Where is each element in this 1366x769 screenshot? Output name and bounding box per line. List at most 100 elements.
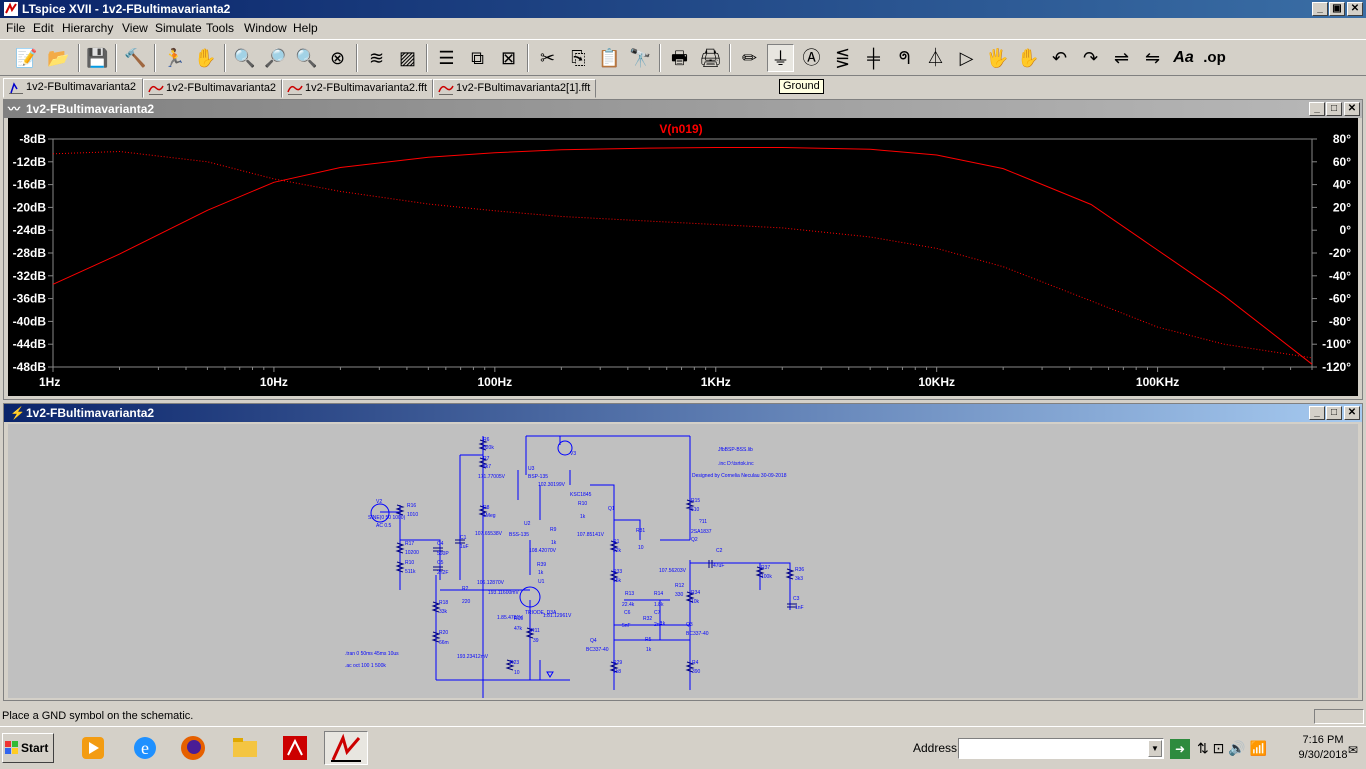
schematic-label[interactable]: .inc D:\tsrtok.inc bbox=[718, 461, 754, 467]
schematic-label[interactable]: KSC1845 bbox=[570, 492, 592, 498]
schematic-label[interactable]: 511k bbox=[405, 569, 416, 575]
schematic-label[interactable]: R7 bbox=[483, 456, 490, 462]
schematic-label[interactable]: 5nF bbox=[622, 623, 631, 629]
schematic-label[interactable]: 1k bbox=[538, 570, 544, 576]
schematic-label[interactable]: SINE(0 50 1000) bbox=[368, 515, 406, 521]
schematic-label[interactable]: 1k bbox=[646, 647, 652, 653]
tile-icon[interactable]: ☰ bbox=[433, 44, 460, 72]
schematic-label[interactable]: R2 bbox=[462, 586, 469, 592]
schematic-label[interactable]: 820k bbox=[483, 445, 494, 451]
schematic-label[interactable]: 1k bbox=[551, 540, 557, 546]
wire-icon[interactable]: ✏ bbox=[736, 44, 763, 72]
schematic-label[interactable]: R1 bbox=[613, 539, 620, 545]
menu-edit[interactable]: Edit bbox=[33, 21, 54, 35]
menu-file[interactable]: File bbox=[6, 21, 25, 35]
schematic-label[interactable]: 10200 bbox=[405, 550, 419, 556]
address-dropdown-button[interactable]: ▼ bbox=[1148, 740, 1162, 757]
schematic-label[interactable]: 106.12870V bbox=[477, 580, 505, 586]
schematic-label[interactable]: 2SA1837 bbox=[691, 529, 712, 535]
menu-tools[interactable]: Tools bbox=[206, 21, 234, 35]
waveform-close-button[interactable]: ✕ bbox=[1344, 102, 1360, 116]
schematic-label[interactable]: U2 bbox=[524, 521, 531, 527]
spice-directive-icon[interactable]: .op bbox=[1201, 44, 1228, 72]
schematic-label[interactable]: .tran 0 50ms 45ms 10us bbox=[345, 651, 399, 657]
zoom-out-icon[interactable]: 🔍 bbox=[293, 44, 320, 72]
zoom-in-icon[interactable]: 🔍 bbox=[231, 44, 258, 72]
schematic-label[interactable]: R18 bbox=[439, 600, 448, 606]
inductor-icon[interactable]: ᖗ bbox=[891, 44, 918, 72]
ground-icon[interactable]: ⏚ bbox=[767, 44, 794, 72]
schematic-label[interactable]: R23 bbox=[510, 660, 519, 666]
schematic-label[interactable]: 193.11600mV bbox=[488, 590, 519, 596]
schematic-label[interactable]: 66m bbox=[439, 640, 449, 646]
waveform-window-titlebar[interactable]: 〰 1v2-FBultimavarianta2 _ □ ✕ bbox=[4, 100, 1362, 118]
schematic-label[interactable]: 107.85141V bbox=[577, 532, 605, 538]
minimize-button[interactable]: _ bbox=[1312, 2, 1328, 16]
schematic-label[interactable]: C6 bbox=[624, 610, 631, 616]
schematic-minimize-button[interactable]: _ bbox=[1309, 406, 1325, 420]
schematic-label[interactable]: Q4 bbox=[590, 638, 597, 644]
schematic-label[interactable]: BSP-135 bbox=[528, 474, 548, 480]
schematic-label[interactable]: R17 bbox=[405, 541, 414, 547]
schematic-label[interactable]: 220 bbox=[462, 599, 471, 605]
schematic-label[interactable]: 10k bbox=[691, 599, 700, 605]
control-panel-icon[interactable]: 🔨 bbox=[122, 44, 149, 72]
schematic-label[interactable]: R14 bbox=[654, 591, 663, 597]
schematic-label[interactable]: R10 bbox=[578, 501, 587, 507]
schematic-label[interactable]: 107.65538V bbox=[475, 531, 503, 537]
menu-view[interactable]: View bbox=[122, 21, 148, 35]
menu-hierarchy[interactable]: Hierarchy bbox=[62, 21, 113, 35]
schematic-canvas[interactable]: R6 820k R7 4k7 171.77005V U3 BSP-135 102.30199V… bbox=[8, 424, 1358, 698]
schematic-label[interactable]: 3k3 bbox=[795, 576, 803, 582]
undo-icon[interactable]: ↶ bbox=[1046, 44, 1073, 72]
schematic-label[interactable]: 15k bbox=[613, 578, 622, 584]
schematic-label[interactable]: R4 bbox=[692, 660, 699, 666]
schematic-label[interactable]: BC337-40 bbox=[586, 647, 609, 653]
schematic-label[interactable]: 100k bbox=[761, 574, 772, 580]
schematic-label[interactable]: Q1 bbox=[608, 506, 615, 512]
mirror-icon[interactable]: ⇋ bbox=[1139, 44, 1166, 72]
notification-icon[interactable]: ✉ bbox=[1348, 743, 1358, 757]
media-player-icon[interactable] bbox=[76, 731, 112, 765]
schematic-label[interactable]: 330 bbox=[675, 592, 684, 598]
schematic-label[interactable]: R13 bbox=[625, 591, 634, 597]
schematic-label[interactable]: 1nF bbox=[795, 605, 804, 611]
copy-icon[interactable]: ⎘ bbox=[565, 44, 592, 72]
cut-icon[interactable]: ✂ bbox=[534, 44, 561, 72]
tab-schematic[interactable]: 1v2-FBultimavarianta2 bbox=[3, 78, 143, 98]
schematic-label[interactable]: 1uF bbox=[460, 544, 469, 550]
schematic-label[interactable]: 1k8 bbox=[613, 669, 621, 675]
schematic-label[interactable]: BC337-40 bbox=[686, 631, 709, 637]
restore-button[interactable]: ▣ bbox=[1329, 2, 1345, 16]
schematic-label[interactable]: C5 bbox=[437, 560, 444, 566]
schematic-maximize-button[interactable]: □ bbox=[1326, 406, 1342, 420]
schematic-label[interactable]: 10 bbox=[514, 670, 520, 676]
schematic-label[interactable]: C7 bbox=[654, 610, 661, 616]
schematic-label[interactable]: R9 bbox=[550, 527, 557, 533]
drag-icon[interactable]: ✋ bbox=[1015, 44, 1042, 72]
schematic-label[interactable]: C1 bbox=[460, 535, 467, 541]
schematic-label[interactable]: 10 bbox=[638, 545, 644, 551]
schematic-label[interactable]: R10 bbox=[405, 560, 414, 566]
waveform-maximize-button[interactable]: □ bbox=[1326, 102, 1342, 116]
new-schematic-icon[interactable]: 📝 bbox=[13, 44, 40, 72]
schematic-label[interactable]: 102.30199V bbox=[538, 482, 566, 488]
schematic-label[interactable]: 1.8k bbox=[654, 602, 664, 608]
rotate-icon[interactable]: ⇌ bbox=[1108, 44, 1135, 72]
schematic-label[interactable]: 47k bbox=[514, 626, 523, 632]
tab-fft-1[interactable]: 1v2-FBultimavarianta2[1].fft bbox=[433, 79, 596, 98]
schematic-label[interactable]: R31 bbox=[636, 528, 645, 534]
schematic-label[interactable]: C2 bbox=[716, 548, 723, 554]
schematic-label[interactable]: Q2 bbox=[691, 537, 698, 543]
schematic-label[interactable]: R20 bbox=[439, 630, 448, 636]
file-explorer-icon[interactable] bbox=[228, 731, 264, 765]
schematic-label[interactable]: R19 bbox=[514, 616, 523, 622]
go-icon[interactable]: ➜ bbox=[1170, 739, 1190, 759]
waveform-minimize-button[interactable]: _ bbox=[1309, 102, 1325, 116]
tray-icons[interactable]: ⇅ ⊡ 🔊 📶 bbox=[1197, 740, 1267, 757]
schematic-close-button[interactable]: ✕ bbox=[1344, 406, 1360, 420]
view-fft-icon[interactable]: ▨ bbox=[394, 44, 421, 72]
save-icon[interactable]: 💾 bbox=[84, 44, 111, 72]
schematic-label[interactable]: R16 bbox=[407, 503, 416, 509]
schematic-label[interactable]: 1k bbox=[660, 621, 666, 627]
